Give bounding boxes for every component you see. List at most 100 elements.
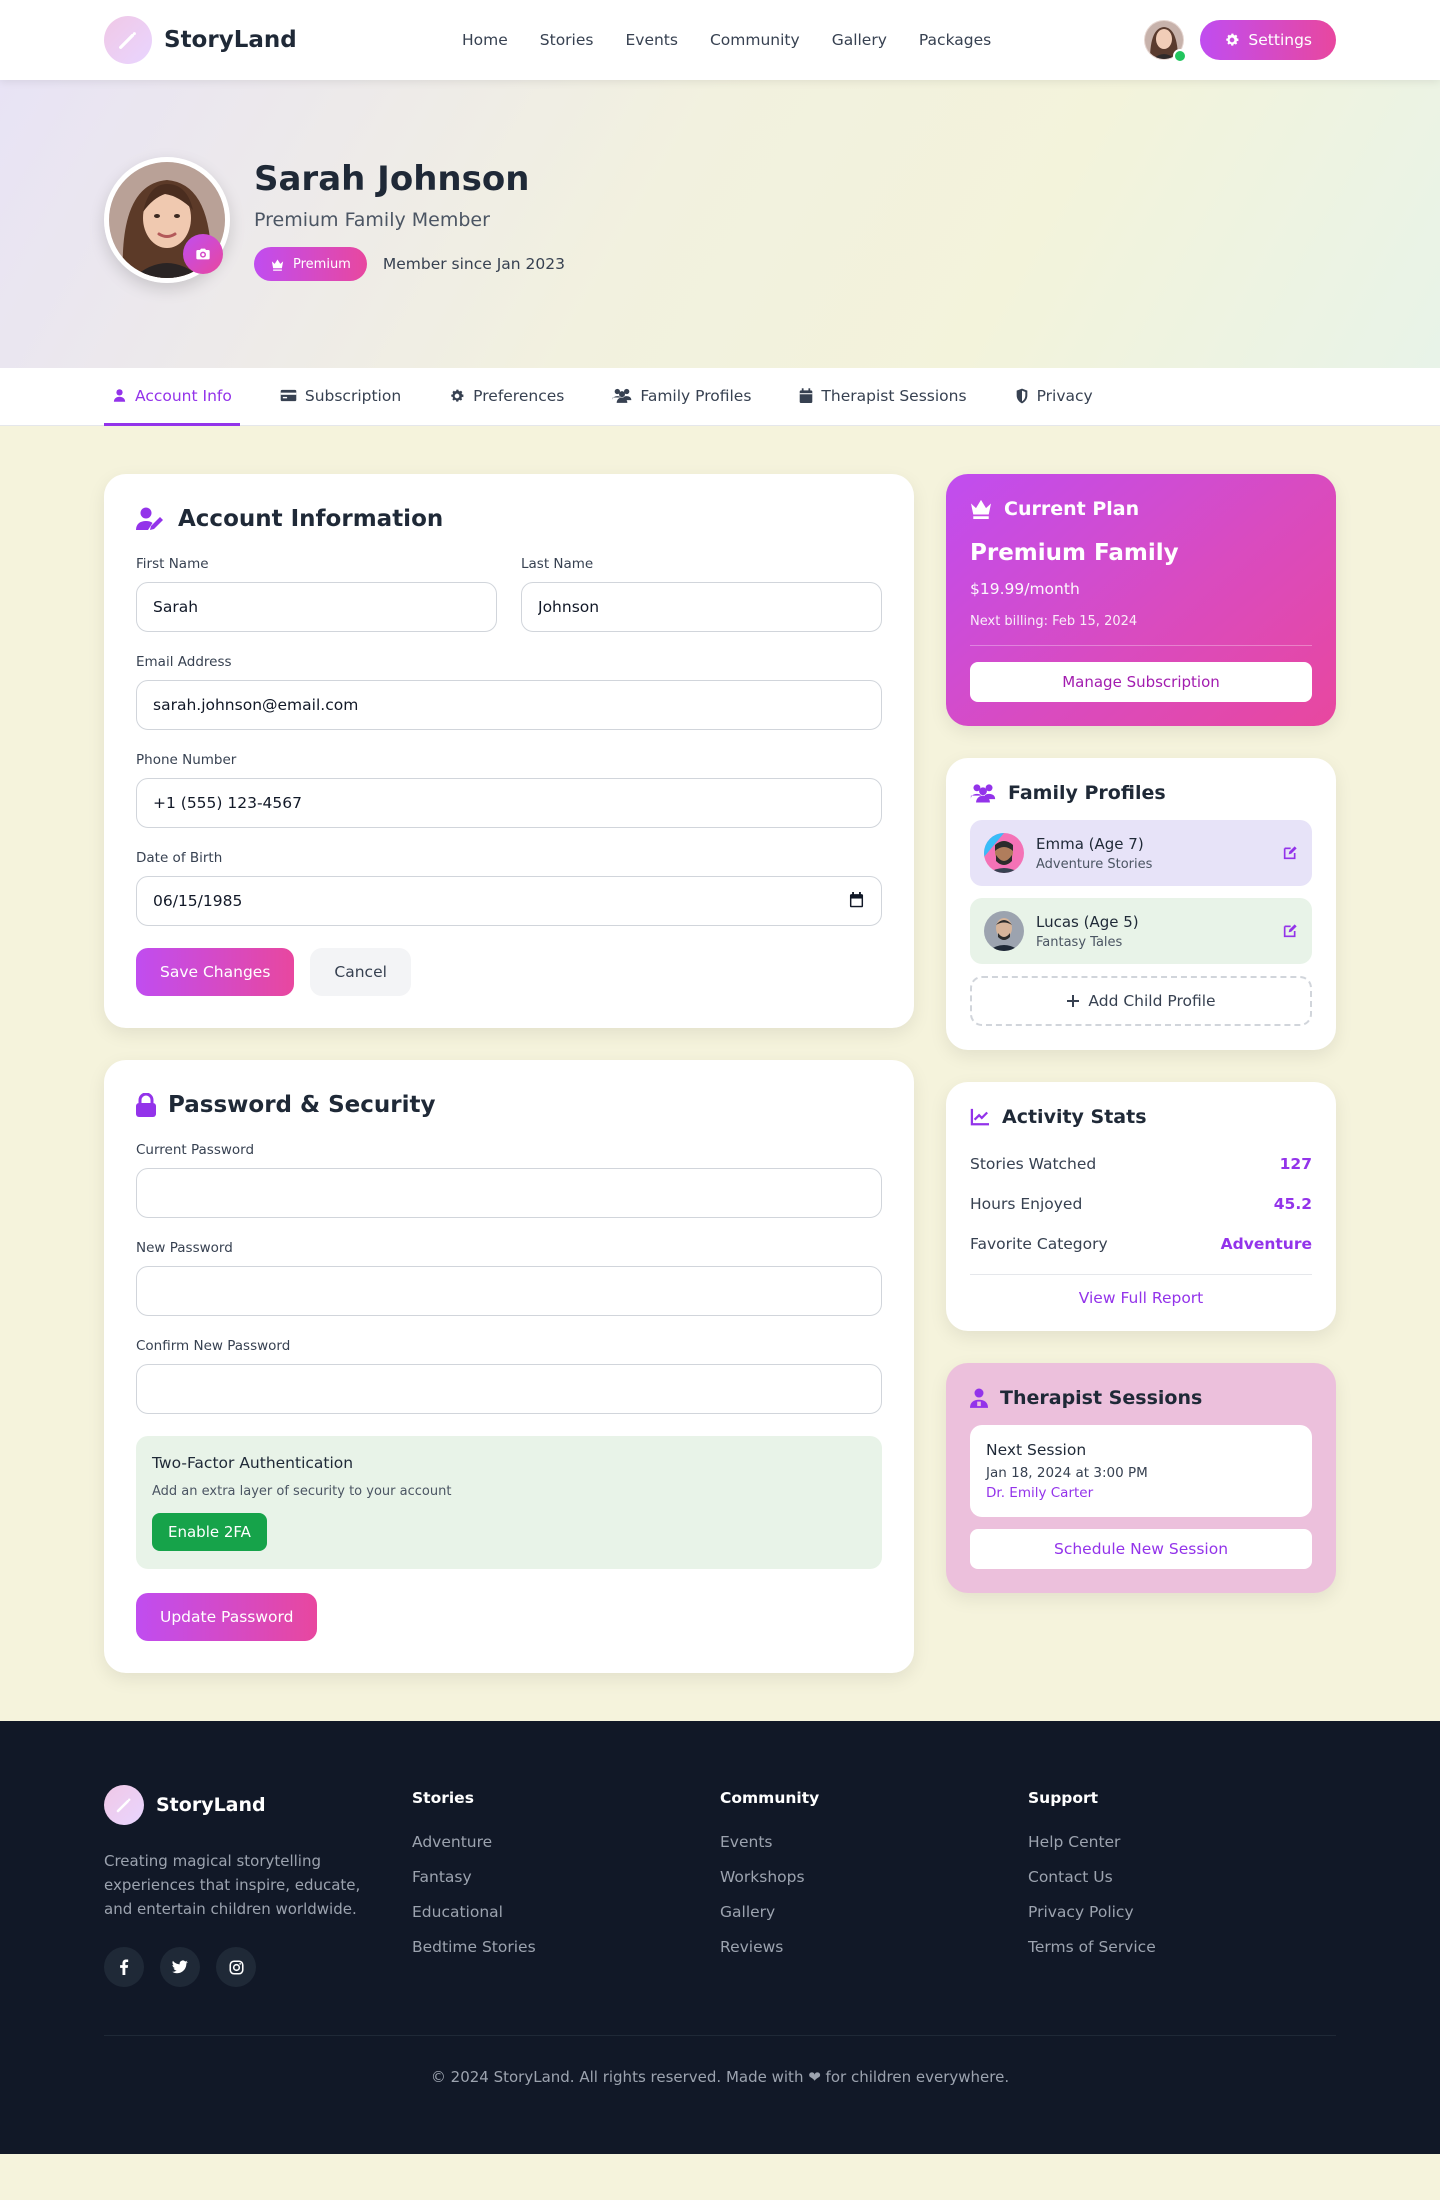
stat-row: Stories Watched 127 (970, 1144, 1312, 1184)
new-password-input[interactable] (136, 1266, 882, 1316)
stats-card-title: Activity Stats (1002, 1106, 1147, 1128)
nav-events[interactable]: Events (625, 31, 677, 49)
child-profile-item[interactable]: Lucas (Age 5) Fantasy Tales (970, 898, 1312, 964)
credit-card-icon (280, 388, 297, 403)
settings-button[interactable]: Settings (1200, 20, 1336, 60)
next-billing-date: Next billing: Feb 15, 2024 (970, 614, 1312, 646)
session-date: Jan 18, 2024 at 3:00 PM (986, 1465, 1148, 1481)
family-card-title: Family Profiles (1008, 782, 1166, 804)
footer-link[interactable]: Reviews (720, 1938, 1028, 1956)
phone-label: Phone Number (136, 752, 237, 768)
plus-icon (1066, 994, 1080, 1008)
phone-input[interactable] (136, 778, 882, 828)
password-security-card: Password & Security Current Password New… (104, 1060, 914, 1673)
footer-heading: Community (720, 1789, 820, 1807)
tab-label: Privacy (1036, 386, 1093, 405)
email-input[interactable] (136, 680, 882, 730)
facebook-icon[interactable] (104, 1947, 144, 1987)
stat-row: Hours Enjoyed 45.2 (970, 1184, 1312, 1224)
therapist-name[interactable]: Dr. Emily Carter (986, 1485, 1296, 1501)
footer-link[interactable]: Privacy Policy (1028, 1903, 1336, 1921)
enable-2fa-button[interactable]: Enable 2FA (152, 1513, 267, 1551)
nav-gallery[interactable]: Gallery (832, 31, 887, 49)
card-title: Account Information (178, 506, 444, 532)
main-nav: Home Stories Events Community Gallery Pa… (462, 31, 991, 49)
tab-account-info[interactable]: Account Info (104, 368, 240, 426)
calendar-icon[interactable] (849, 892, 864, 908)
profile-hero: Sarah Johnson Premium Family Member Prem… (0, 80, 1440, 368)
footer-link[interactable]: Terms of Service (1028, 1938, 1336, 1956)
account-information-card: Account Information First Name Last Name… (104, 474, 914, 1028)
footer-column-support: Support Help Center Contact Us Privacy P… (1028, 1785, 1336, 1987)
tfa-title: Two-Factor Authentication (152, 1454, 354, 1472)
therapist-sessions-card: Therapist Sessions Next Session Jan 18, … (946, 1363, 1336, 1593)
copyright: © 2024 StoryLand. All rights reserved. M… (104, 2035, 1336, 2086)
tab-label: Family Profiles (640, 386, 752, 405)
instagram-icon[interactable] (216, 1947, 256, 1987)
footer-link[interactable]: Help Center (1028, 1833, 1336, 1851)
cancel-button[interactable]: Cancel (310, 948, 411, 996)
footer-link[interactable]: Bedtime Stories (412, 1938, 720, 1956)
footer-heading: Support (1028, 1789, 1099, 1807)
last-name-input[interactable] (521, 582, 882, 632)
footer-link[interactable]: Workshops (720, 1868, 1028, 1886)
tab-therapist-sessions[interactable]: Therapist Sessions (791, 368, 974, 426)
view-full-report-link[interactable]: View Full Report (1079, 1289, 1204, 1307)
footer-link[interactable]: Events (720, 1833, 1028, 1851)
add-child-profile-button[interactable]: Add Child Profile (970, 976, 1312, 1026)
magic-wand-icon (104, 1785, 144, 1825)
manage-subscription-button[interactable]: Manage Subscription (970, 662, 1312, 702)
plan-card-title: Current Plan (1004, 498, 1140, 520)
child-avatar (984, 911, 1024, 951)
nav-stories[interactable]: Stories (540, 31, 594, 49)
dob-label: Date of Birth (136, 850, 223, 866)
footer-link[interactable]: Educational (412, 1903, 720, 1921)
brand-logo[interactable]: StoryLand (104, 16, 297, 64)
tab-family-profiles[interactable]: Family Profiles (604, 368, 759, 426)
profile-tabs: Account Info Subscription Preferences Fa… (0, 368, 1440, 426)
twitter-icon[interactable] (160, 1947, 200, 1987)
child-profile-item[interactable]: Emma (Age 7) Adventure Stories (970, 820, 1312, 886)
magic-wand-icon (104, 16, 152, 64)
profile-name: Sarah Johnson (254, 159, 530, 199)
update-password-button[interactable]: Update Password (136, 1593, 318, 1641)
footer-description: Creating magical storytelling experience… (104, 1852, 361, 1918)
confirm-password-input[interactable] (136, 1364, 882, 1414)
tab-subscription[interactable]: Subscription (272, 368, 409, 426)
user-avatar[interactable] (1144, 20, 1188, 63)
camera-icon (195, 246, 211, 262)
users-icon (970, 783, 996, 803)
footer-logo[interactable]: StoryLand (104, 1785, 412, 1825)
dob-input[interactable] (136, 876, 882, 926)
footer-link[interactable]: Adventure (412, 1833, 720, 1851)
nav-home[interactable]: Home (462, 31, 508, 49)
save-changes-button[interactable]: Save Changes (136, 948, 295, 996)
nav-community[interactable]: Community (710, 31, 800, 49)
stat-label: Favorite Category (970, 1235, 1108, 1253)
stat-value: 45.2 (1273, 1195, 1312, 1213)
tab-preferences[interactable]: Preferences (441, 368, 572, 426)
current-plan-card: Current Plan Premium Family $19.99/month… (946, 474, 1336, 726)
tab-label: Therapist Sessions (821, 386, 967, 405)
online-status-dot (1173, 49, 1188, 63)
footer-column-community: Community Events Workshops Gallery Revie… (720, 1785, 1028, 1987)
footer-link[interactable]: Contact Us (1028, 1868, 1336, 1886)
two-factor-box: Two-Factor Authentication Add an extra l… (136, 1436, 882, 1569)
current-password-input[interactable] (136, 1168, 882, 1218)
schedule-session-button[interactable]: Schedule New Session (970, 1529, 1312, 1569)
tfa-description: Add an extra layer of security to your a… (152, 1484, 452, 1499)
nav-packages[interactable]: Packages (919, 31, 991, 49)
footer: StoryLand Creating magical storytelling … (0, 1721, 1440, 2154)
change-photo-button[interactable] (183, 234, 223, 274)
child-avatar (984, 833, 1024, 873)
edit-icon[interactable] (1282, 845, 1298, 861)
premium-badge-label: Premium (293, 256, 351, 272)
child-name: Emma (Age 7) (1036, 834, 1144, 853)
footer-link[interactable]: Fantasy (412, 1868, 720, 1886)
stat-label: Hours Enjoyed (970, 1195, 1083, 1213)
footer-link[interactable]: Gallery (720, 1903, 1028, 1921)
stat-row: Favorite Category Adventure (970, 1224, 1312, 1264)
edit-icon[interactable] (1282, 923, 1298, 939)
tab-privacy[interactable]: Privacy (1007, 368, 1101, 426)
first-name-input[interactable] (136, 582, 497, 632)
